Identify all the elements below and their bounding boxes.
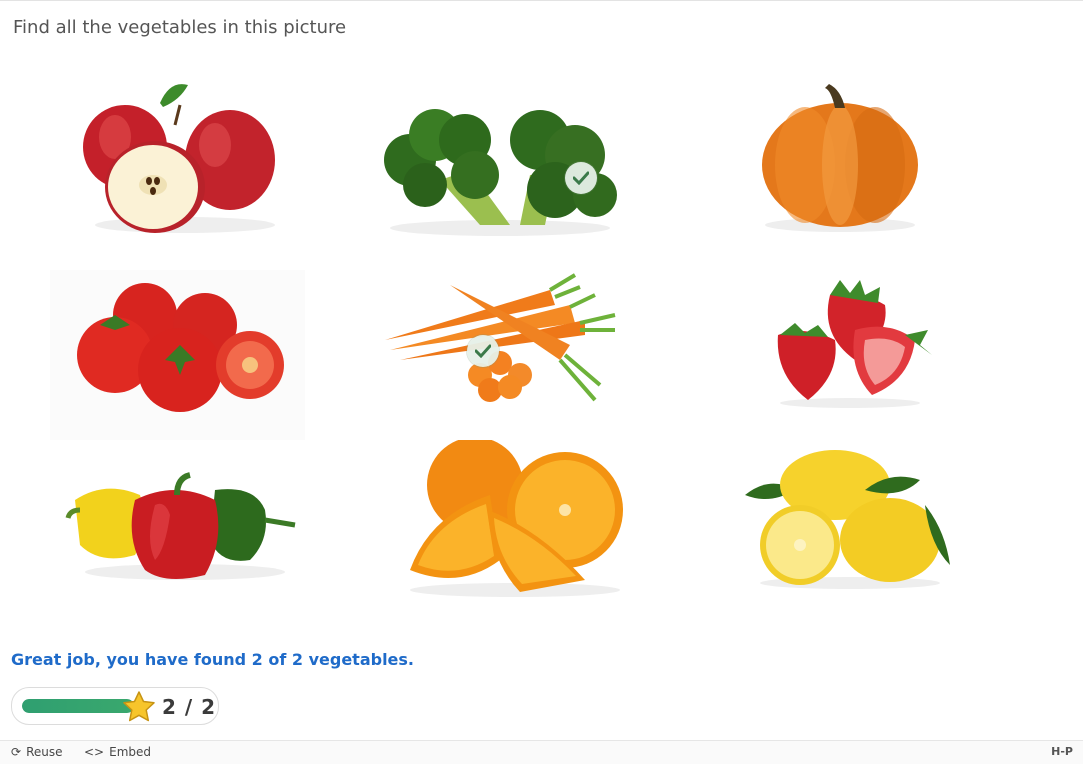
found-check-icon — [467, 335, 499, 367]
score-text: 2 / 2 — [162, 695, 217, 719]
image-apples[interactable] — [75, 75, 285, 240]
image-carrots[interactable] — [380, 265, 625, 415]
image-broccoli[interactable] — [380, 100, 625, 240]
score-bar: 2 / 2 — [11, 687, 219, 725]
image-lemons[interactable] — [740, 445, 955, 590]
image-oranges[interactable] — [400, 440, 630, 600]
embed-label: Embed — [109, 745, 151, 759]
embed-button[interactable]: <> Embed — [84, 745, 151, 759]
top-border — [0, 0, 1083, 1]
refresh-icon: ⟳ — [11, 745, 22, 759]
star-icon — [122, 690, 156, 727]
image-pumpkin[interactable] — [755, 80, 925, 235]
reuse-label: Reuse — [26, 745, 63, 759]
code-icon: <> — [84, 745, 105, 759]
feedback-text: Great job, you have found 2 of 2 vegetab… — [11, 650, 414, 669]
h5p-logo[interactable]: H-P — [1051, 745, 1073, 758]
image-tomatoes[interactable] — [50, 270, 305, 440]
image-strawberries[interactable] — [760, 275, 940, 410]
footer: ⟳ Reuse <> Embed H-P — [0, 740, 1083, 764]
score-progress-fill — [22, 699, 134, 713]
found-check-icon — [565, 162, 597, 194]
score-progress-track — [22, 699, 134, 713]
task-description: Find all the vegetables in this picture — [13, 17, 347, 38]
image-peppers[interactable] — [65, 470, 300, 585]
reuse-button[interactable]: ⟳ Reuse — [11, 745, 62, 759]
